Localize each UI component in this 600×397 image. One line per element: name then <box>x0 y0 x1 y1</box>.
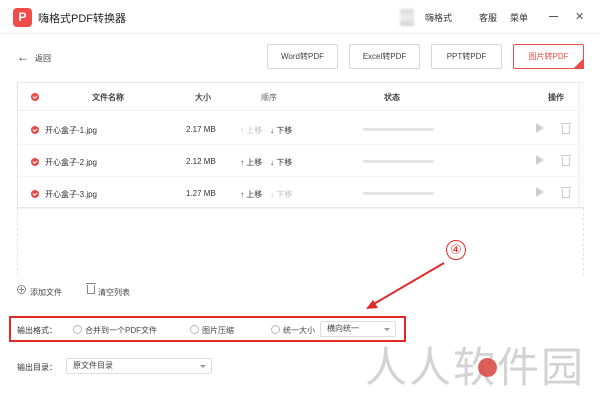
move-up-button[interactable]: ↑ 上移 <box>240 189 262 200</box>
clear-list-button[interactable]: 清空列表 <box>98 287 130 298</box>
output-dir-value: 原文件目录 <box>73 361 113 370</box>
file-name: 开心盒子-2.jpg <box>45 158 98 167</box>
trash-icon[interactable] <box>561 187 571 198</box>
move-up-button[interactable]: ↑ 上移 <box>240 125 262 136</box>
avatar[interactable] <box>400 9 414 26</box>
row-checkbox[interactable] <box>31 190 39 198</box>
header-name: 文件名称 <box>92 93 124 102</box>
output-dir-select[interactable]: 原文件目录 <box>66 358 212 374</box>
row-checkbox[interactable] <box>31 126 39 134</box>
table-row: 开心盒子-2.jpg 2.12 MB ↑ 上移 ↓ 下移 <box>18 145 583 177</box>
uniform-size-radio[interactable] <box>271 325 280 334</box>
move-down-button[interactable]: ↓ 下移 <box>270 157 292 168</box>
add-file-icon[interactable] <box>17 285 26 294</box>
tab-word-to-pdf[interactable]: Word转PDF <box>267 44 338 69</box>
back-button[interactable]: 返回 <box>35 53 51 64</box>
table-header: 文件名称 大小 顺序 状态 操作 <box>18 83 583 111</box>
drop-area[interactable] <box>17 208 584 276</box>
move-down-label: 下移 <box>276 158 293 167</box>
clear-list-icon[interactable] <box>86 283 96 294</box>
watermark-text: 人人软件园 <box>365 343 586 392</box>
uniform-size-label[interactable]: 统一大小 <box>283 325 315 336</box>
compress-radio[interactable] <box>190 325 199 334</box>
progress-bar <box>363 192 434 195</box>
file-size: 2.17 MB <box>186 125 216 134</box>
title-bar: P 嗨格式PDF转换器 嗨格式 客服 菜单 ✕ <box>0 0 600 34</box>
app-title: 嗨格式PDF转换器 <box>38 13 126 25</box>
progress-bar <box>363 128 434 131</box>
trash-icon[interactable] <box>561 123 571 134</box>
move-up-label: 上移 <box>246 158 263 167</box>
move-down-button[interactable]: ↓ 下移 <box>270 125 292 136</box>
move-up-label: 上移 <box>246 190 263 199</box>
tab-ppt-to-pdf[interactable]: PPT转PDF <box>431 44 502 69</box>
move-down-label: 下移 <box>276 190 293 199</box>
table-scrollbar[interactable] <box>578 83 584 207</box>
app-logo: P <box>13 8 32 27</box>
play-icon[interactable] <box>536 123 544 133</box>
output-format-label: 输出格式： <box>17 326 57 335</box>
back-arrow-icon[interactable]: ← <box>17 50 29 64</box>
output-dir-label: 输出目录： <box>17 363 57 372</box>
trash-icon[interactable] <box>561 155 571 166</box>
select-all-checkbox[interactable] <box>31 93 39 101</box>
tab-image-to-pdf-label: 图片转PDF <box>528 52 569 61</box>
chevron-down-icon <box>200 365 206 368</box>
active-check-icon <box>573 58 584 69</box>
file-size: 2.12 MB <box>186 157 216 166</box>
play-icon[interactable] <box>536 155 544 165</box>
merge-pdf-label[interactable]: 合并到一个PDF文件 <box>85 325 157 336</box>
tab-image-to-pdf[interactable]: 图片转PDF <box>513 44 584 69</box>
menu-user[interactable]: 嗨格式 <box>425 11 452 24</box>
watermark-logo <box>478 358 497 377</box>
move-up-button[interactable]: ↑ 上移 <box>240 157 262 168</box>
header-status: 状态 <box>384 93 400 102</box>
play-icon[interactable] <box>536 187 544 197</box>
menu-service[interactable]: 客服 <box>479 11 497 24</box>
file-name: 开心盒子-1.jpg <box>45 126 98 135</box>
step-number-badge: ④ <box>446 240 466 260</box>
move-down-button[interactable]: ↓ 下移 <box>270 189 292 200</box>
compress-label[interactable]: 图片压缩 <box>202 325 234 336</box>
header-size: 大小 <box>195 93 211 102</box>
move-down-label: 下移 <box>276 126 293 135</box>
chevron-down-icon <box>384 328 390 331</box>
size-mode-value: 横向统一 <box>327 324 359 333</box>
file-table: 文件名称 大小 顺序 状态 操作 开心盒子-1.jpg 2.17 MB ↑ 上移… <box>17 82 584 209</box>
add-file-button[interactable]: 添加文件 <box>30 287 62 298</box>
table-row: 开心盒子-1.jpg 2.17 MB ↑ 上移 ↓ 下移 <box>18 113 583 145</box>
tab-excel-to-pdf[interactable]: Excel转PDF <box>349 44 420 69</box>
move-up-label: 上移 <box>246 126 263 135</box>
progress-bar <box>363 160 434 163</box>
menu-main[interactable]: 菜单 <box>510 11 528 24</box>
table-row: 开心盒子-3.jpg 1.27 MB ↑ 上移 ↓ 下移 <box>18 177 583 209</box>
merge-pdf-radio[interactable] <box>73 325 82 334</box>
header-order: 顺序 <box>261 93 277 102</box>
header-action: 操作 <box>548 93 564 102</box>
minimize-icon[interactable] <box>549 16 558 17</box>
file-size: 1.27 MB <box>186 189 216 198</box>
file-name: 开心盒子-3.jpg <box>45 190 98 199</box>
close-icon[interactable]: ✕ <box>575 10 584 23</box>
row-checkbox[interactable] <box>31 158 39 166</box>
